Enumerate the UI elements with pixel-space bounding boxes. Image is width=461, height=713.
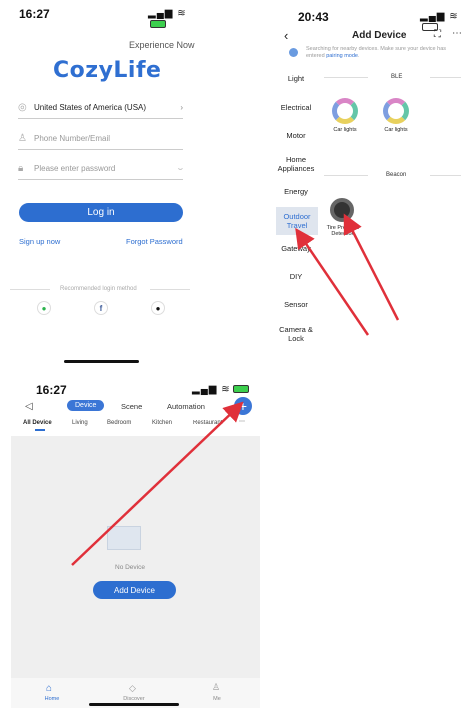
- arrow-to-outdoor-travel: [295, 227, 370, 336]
- annotation-arrows: [71, 213, 400, 566]
- arrow-to-tire-pressure: [343, 213, 400, 321]
- arrow-to-plus: [71, 401, 244, 566]
